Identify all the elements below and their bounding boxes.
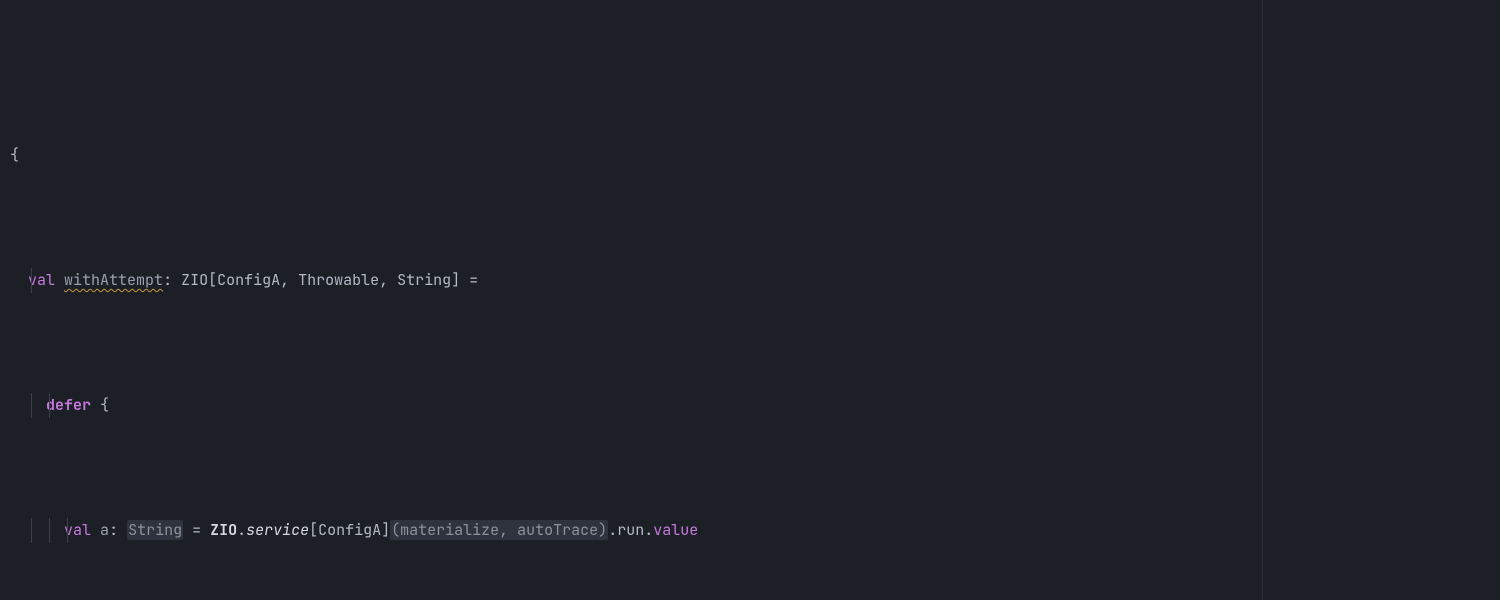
op-eq: = [183, 520, 210, 540]
dot: . [608, 520, 617, 540]
decl-withAttempt: withAttempt [64, 270, 163, 290]
kw-val: val [64, 520, 91, 540]
code-line[interactable]: defer { [10, 393, 1500, 418]
colon: : [109, 520, 127, 540]
indent-guide [31, 393, 32, 418]
indent-guide [31, 518, 32, 543]
indent-guide [67, 518, 68, 543]
indent [10, 520, 64, 540]
code-line[interactable]: val withAttempt: ZIO[ConfigA, Throwable,… [10, 268, 1500, 293]
inlay-args: (materialize, autoTrace) [390, 520, 608, 540]
method-service: service [246, 520, 309, 540]
code-editor[interactable]: { val withAttempt: ZIO[ConfigA, Throwabl… [0, 0, 1500, 600]
indent [10, 270, 28, 290]
call-run: run [617, 520, 644, 540]
brace-open: { [100, 395, 109, 415]
kw-defer: defer [46, 395, 91, 415]
indent [10, 395, 46, 415]
indent-guide [49, 393, 50, 418]
code-line[interactable]: { [10, 143, 1500, 168]
type-annot: ZIO[ConfigA, Throwable, String] [181, 270, 460, 290]
type-param: [ConfigA] [309, 520, 390, 540]
dot: . [237, 520, 246, 540]
brace-open: { [10, 145, 19, 165]
decl-a: a [100, 520, 109, 540]
obj-zio: ZIO [210, 520, 237, 540]
kw-val: val [28, 270, 55, 290]
inlay-type: String [127, 520, 183, 540]
dot: . [644, 520, 653, 540]
indent-guide [49, 518, 50, 543]
code-line[interactable]: val a: String = ZIO.service[ConfigA](mat… [10, 518, 1500, 543]
member-value: value [653, 520, 698, 540]
indent-guide [31, 268, 32, 293]
right-margin-guide [1262, 0, 1263, 600]
op-eq: = [460, 270, 487, 290]
colon: : [163, 270, 181, 290]
